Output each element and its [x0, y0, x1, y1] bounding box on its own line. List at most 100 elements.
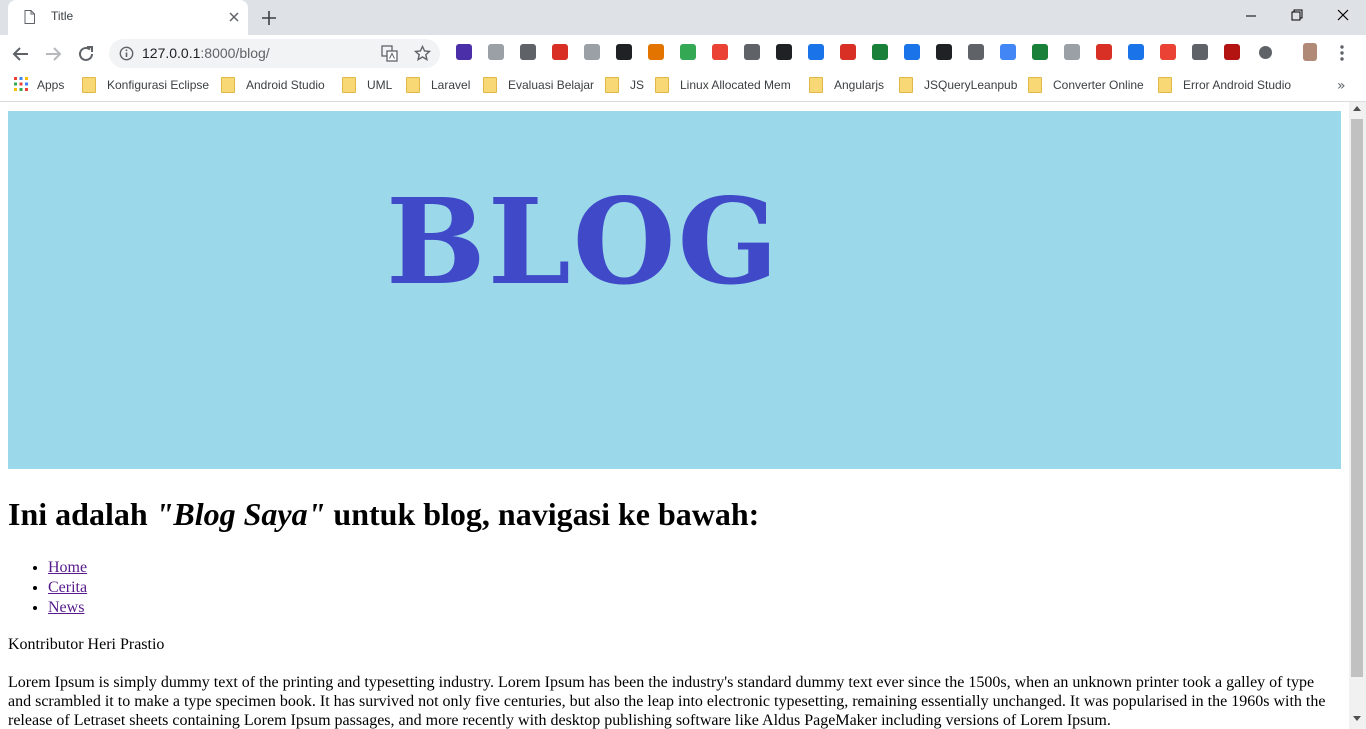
extension-icon-25[interactable] [1224, 44, 1240, 60]
bookmark-folder-3[interactable]: UML [342, 77, 392, 95]
nav-item-cerita: Cerita [48, 578, 87, 598]
document-icon [24, 10, 35, 24]
extension-icon-16[interactable] [936, 44, 952, 60]
bookmark-folder-11[interactable]: Error Android Studio [1158, 77, 1291, 95]
bookmark-label: Konfigurasi Eclipse [107, 78, 210, 92]
reload-icon[interactable] [75, 43, 97, 65]
contributor-text: Kontributor Heri Prastio [8, 636, 165, 653]
heading-suffix: untuk blog, navigasi ke bawah: [325, 496, 760, 532]
nav-item-home: Home [48, 558, 87, 578]
extension-icon-9[interactable] [712, 44, 728, 60]
extension-icon-22[interactable] [1128, 44, 1144, 60]
bookmark-folder-5[interactable]: Evaluasi Belajar [483, 77, 594, 95]
tab-title: Title [51, 9, 74, 23]
extension-icon-6[interactable] [616, 44, 632, 60]
extension-icon-19[interactable] [1032, 44, 1048, 60]
extension-icon-23[interactable] [1160, 44, 1176, 60]
bookmark-label: JS [630, 78, 645, 92]
heading-prefix: Ini adalah [8, 496, 156, 532]
folder-icon [605, 77, 619, 93]
nav-link-home[interactable]: Home [48, 559, 87, 576]
extension-icon-18[interactable] [1000, 44, 1016, 60]
more-menu-icon[interactable] [1337, 44, 1347, 62]
folder-icon [82, 77, 96, 93]
browser-toolbar: 127.0.0.1:8000/blog/ [0, 35, 1366, 72]
page-viewport: BLOG Ini adalah "Blog Saya" untuk blog, … [0, 102, 1349, 729]
extension-icon-20[interactable] [1064, 44, 1080, 60]
apps-grid-icon[interactable] [14, 77, 28, 91]
bookmark-folder-10[interactable]: Converter Online [1028, 77, 1144, 95]
folder-icon [899, 77, 913, 93]
close-tab-icon[interactable] [226, 9, 242, 25]
active-tab[interactable]: Title [8, 0, 248, 35]
extension-icon-5[interactable] [584, 44, 600, 60]
extension-icon-1[interactable] [456, 44, 472, 60]
restore-icon[interactable] [1274, 0, 1320, 32]
bookmark-label: Linux Allocated Mem [680, 78, 791, 92]
nav-link-cerita[interactable]: Cerita [48, 579, 87, 596]
blog-logo: BLOG [386, 172, 780, 311]
scroll-up-arrow-icon[interactable] [1353, 106, 1361, 111]
translate-icon[interactable] [381, 45, 398, 62]
folder-icon [342, 77, 356, 93]
nav-link-news[interactable]: News [48, 599, 84, 616]
body-paragraph: Lorem Ipsum is simply dummy text of the … [8, 674, 1326, 729]
extension-icon-4[interactable] [552, 44, 568, 60]
minimize-icon[interactable] [1228, 0, 1274, 32]
url-path: :8000/blog/ [200, 45, 270, 61]
close-window-icon[interactable] [1320, 0, 1366, 32]
bookmark-folder-4[interactable]: Laravel [406, 77, 470, 95]
bookmark-folder-6[interactable]: JS [605, 77, 644, 95]
new-tab-icon[interactable] [259, 8, 279, 28]
bookmark-folder-9[interactable]: JSQueryLeanpub [899, 77, 1017, 95]
address-bar[interactable]: 127.0.0.1:8000/blog/ [109, 39, 440, 68]
extension-icon-21[interactable] [1096, 44, 1112, 60]
blog-nav: Home Cerita News [8, 558, 87, 618]
bookmarks-overflow-icon[interactable]: » [1337, 78, 1349, 94]
back-arrow-icon[interactable] [10, 43, 32, 65]
extension-icon-14[interactable] [872, 44, 888, 60]
tab-strip: Title [0, 0, 1366, 35]
info-icon[interactable] [119, 46, 134, 61]
bookmark-label: UML [367, 78, 393, 92]
bookmark-label: Angularjs [834, 78, 885, 92]
vertical-scrollbar[interactable] [1349, 102, 1366, 729]
extension-icon-17[interactable] [968, 44, 984, 60]
bookmark-folder-7[interactable]: Linux Allocated Mem [655, 77, 791, 95]
extension-icon-7[interactable] [648, 44, 664, 60]
folder-icon [1028, 77, 1042, 93]
bookmark-folder-1[interactable]: Konfigurasi Eclipse [82, 77, 209, 95]
extension-icon-26[interactable] [1259, 46, 1272, 59]
extension-icon-10[interactable] [744, 44, 760, 60]
extension-icon-15[interactable] [904, 44, 920, 60]
heading-emphasis: "Blog Saya" [155, 496, 326, 532]
extension-icon-24[interactable] [1192, 44, 1208, 60]
extension-icon-13[interactable] [840, 44, 856, 60]
nav-item-news: News [48, 598, 87, 618]
blog-banner: BLOG [8, 111, 1341, 469]
url-host: 127.0.0.1 [142, 45, 201, 61]
bookmark-label: Evaluasi Belajar [508, 78, 595, 92]
bookmark-apps[interactable]: Apps [37, 78, 64, 96]
extension-icon-11[interactable] [776, 44, 792, 60]
bookmark-folder-8[interactable]: Angularjs [809, 77, 884, 95]
scroll-thumb[interactable] [1351, 119, 1363, 677]
blog-logo-text: BLOG [386, 172, 780, 311]
folder-icon [483, 77, 497, 93]
bookmark-star-icon[interactable] [414, 45, 431, 62]
folder-icon [655, 77, 669, 93]
scroll-down-arrow-icon[interactable] [1353, 716, 1361, 721]
folder-icon [406, 77, 420, 93]
extension-icon-12[interactable] [808, 44, 824, 60]
bookmark-label: JSQueryLeanpub [924, 78, 1018, 92]
bookmark-label: Error Android Studio [1183, 78, 1292, 92]
folder-icon [1158, 77, 1172, 93]
extension-icon-3[interactable] [520, 44, 536, 60]
url-text[interactable]: 127.0.0.1:8000/blog/ [142, 45, 270, 61]
extension-icon-8[interactable] [680, 44, 696, 60]
bookmark-folder-2[interactable]: Android Studio [221, 77, 325, 95]
bookmark-label: Converter Online [1053, 78, 1144, 92]
forward-arrow-icon[interactable] [42, 43, 64, 65]
profile-avatar[interactable] [1303, 43, 1317, 61]
extension-icon-2[interactable] [488, 44, 504, 60]
